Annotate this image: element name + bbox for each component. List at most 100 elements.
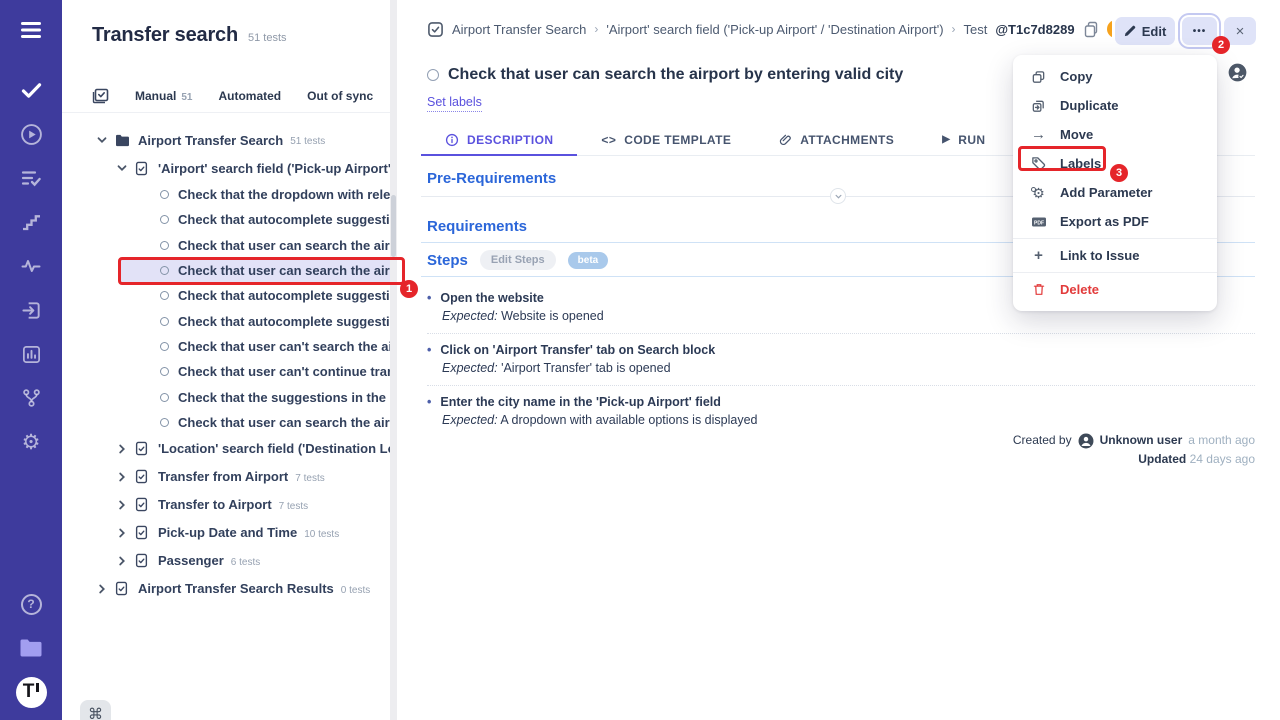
settings-gear-icon[interactable]: ⚙ [0,420,62,464]
chevron-down-icon[interactable] [116,162,128,174]
panel-scrollbar-thumb[interactable] [391,195,396,257]
analytics-pulse-nav-icon[interactable] [0,244,62,288]
breadcrumb-root[interactable]: Airport Transfer Search [452,22,586,37]
menu-item-duplicate[interactable]: Duplicate [1013,91,1217,120]
tree-row-test[interactable]: Check that autocomplete suggestings are … [62,207,390,232]
tree-row-suite[interactable]: Transfer from Airport 7 tests [62,463,390,491]
breadcrumb-separator: › [594,22,598,36]
suite-doc-icon [115,581,130,596]
menu-separator [1013,238,1217,239]
test-status-icon [160,215,169,224]
expected-label: Expected: [442,361,498,375]
tab-out-of-sync[interactable]: Out of sync [307,89,373,103]
app-logo[interactable]: T [0,670,62,714]
step-action: Click on 'Airport Transfer' tab on Searc… [440,341,715,359]
tree-row-test[interactable]: Check that user can search the airport b… [62,233,390,258]
chevron-right-icon[interactable] [96,583,108,595]
chevron-right-icon[interactable] [116,443,128,455]
chevron-right-icon[interactable] [116,499,128,511]
step-bullet: • [427,393,431,411]
milestones-nav-icon[interactable] [0,200,62,244]
tree-header: Transfer search 51 tests × [92,19,390,51]
suite-doc-icon [135,469,150,484]
paperclip-icon [779,133,792,147]
annotation-badge-1: 1 [400,280,418,298]
reports-nav-icon[interactable] [0,332,62,376]
panel-test-count: 51 tests [248,27,287,44]
edit-button[interactable]: Edit [1115,17,1175,45]
edit-steps-button[interactable]: Edit Steps [480,250,556,270]
updated-label: Updated [1138,452,1186,466]
menu-item-copy[interactable]: Copy [1013,62,1217,91]
breadcrumb-doc-icon [427,21,444,38]
copy-test-id-icon[interactable] [1083,21,1099,38]
batch-select-icon[interactable] [92,88,109,104]
tree-row-suite[interactable]: Pick-up Date and Time 10 tests [62,519,390,547]
menu-item-export-pdf[interactable]: PDF Export as PDF [1013,207,1217,236]
help-icon[interactable]: ? [0,582,62,626]
trash-icon [1030,282,1047,297]
duplicate-icon [1030,98,1047,114]
chevron-right-icon[interactable] [116,555,128,567]
menu-item-move[interactable]: → Move [1013,120,1217,149]
updated-ago: 24 days ago [1190,452,1255,466]
chevron-right-icon[interactable] [116,471,128,483]
plus-icon: + [1030,248,1047,263]
chevron-right-icon[interactable] [116,527,128,539]
tab-description[interactable]: DESCRIPTION [421,124,577,155]
tab-attachments[interactable]: ATTACHMENTS [755,124,918,155]
created-ago: a month ago [1188,431,1255,450]
tree-row-suite[interactable]: 'Location' search field ('Destination Lo… [62,435,390,463]
step-expected: Website is opened [501,309,604,323]
test-status-icon [160,291,169,300]
expected-label: Expected: [442,309,498,323]
tree-row-test[interactable]: Check that the suggestions in the 'Airpo… [62,384,390,409]
tab-manual[interactable]: Manual 51 [135,89,192,103]
plans-nav-icon[interactable] [0,156,62,200]
test-status-icon [160,342,169,351]
info-icon [445,133,459,147]
folder-icon [115,134,130,147]
requirements-heading: Requirements [427,218,527,235]
test-status-icon [160,317,169,326]
toolbar: Edit ••• × [1115,17,1256,45]
copy-icon [1030,69,1047,85]
tree-row-test[interactable]: Check that user can't search the airport… [62,334,390,359]
tree-row-test[interactable]: Check that user can't continue transfer … [62,359,390,384]
tab-code-template[interactable]: <> CODE TEMPLATE [577,124,755,155]
parameter-gear-icon: ⚙ [1030,186,1047,200]
breadcrumb-suite[interactable]: 'Airport' search field ('Pick-up Airport… [606,22,943,37]
tree-row-test[interactable]: Check that user can search the airport b… [62,410,390,435]
assignee-avatar-icon[interactable] [1228,63,1247,82]
collapse-section-icon[interactable] [830,188,846,204]
chevron-down-icon[interactable] [96,134,108,146]
tab-run[interactable]: ▶ RUN [918,124,1009,155]
runs-nav-icon[interactable] [0,112,62,156]
menu-item-delete[interactable]: Delete [1013,275,1217,304]
test-tree-panel: Transfer search 51 tests × Manual 51 Aut… [62,0,390,720]
test-status-icon [160,367,169,376]
tree-row-suite[interactable]: 'Airport' search field ('Pick-up Airport… [62,154,390,182]
tree-row-folder[interactable]: Airport Transfer Search 51 tests [62,126,390,154]
menu-item-add-parameter[interactable]: ⚙ Add Parameter [1013,178,1217,207]
tree-row-suite[interactable]: Transfer to Airport 7 tests [62,491,390,519]
projects-folder-icon[interactable] [0,626,62,670]
tree-row-test[interactable]: Check that the dropdown with relevant su… [62,182,390,207]
branches-nav-icon[interactable] [0,376,62,420]
annotation-rect-selected-test [118,257,405,285]
tests-nav-icon[interactable] [0,68,62,112]
set-labels-link[interactable]: Set labels [427,95,482,112]
context-menu: Copy Duplicate → Move Labels ⚙ Add Param… [1013,55,1217,311]
tree-row-suite[interactable]: Passenger 6 tests [62,547,390,575]
menu-item-link-to-issue[interactable]: + Link to Issue [1013,241,1217,270]
import-nav-icon[interactable] [0,288,62,332]
tab-automated[interactable]: Automated [218,89,281,103]
suite-doc-icon [135,161,150,176]
hamburger-menu-icon[interactable] [0,8,62,52]
annotation-rect-labels [1018,146,1106,171]
step-bullet: • [427,341,431,359]
tree-row-test[interactable]: Check that autocomplete suggestions are … [62,283,390,308]
tree-row-suite[interactable]: Airport Transfer Search Results 0 tests [62,575,390,603]
keyboard-shortcuts-button[interactable]: ⌘ [80,700,111,720]
tree-row-test[interactable]: Check that autocomplete suggestions are … [62,308,390,333]
